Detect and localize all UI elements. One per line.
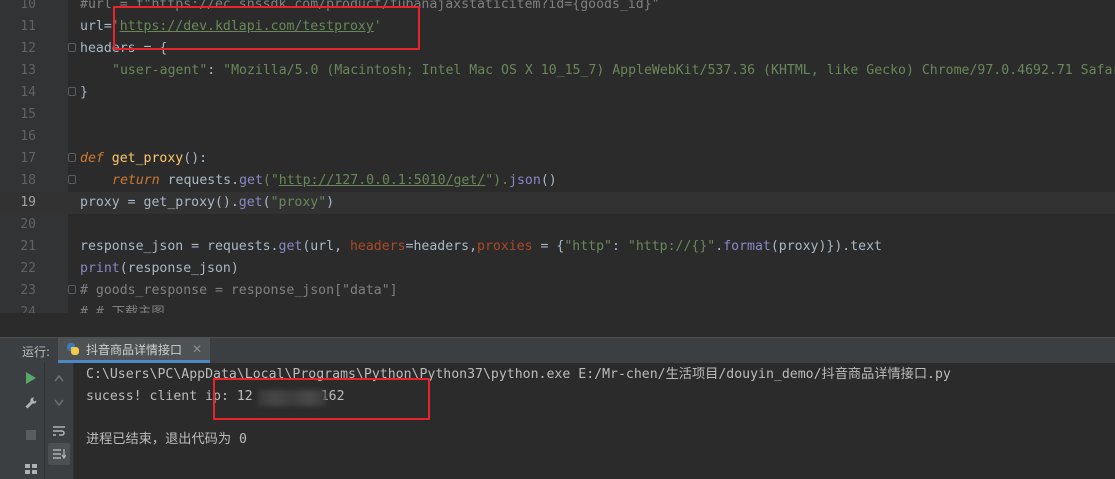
line-number: 12 bbox=[20, 41, 36, 56]
code-text: proxy = get_proxy().get("proxy") bbox=[80, 195, 335, 210]
line-number: 13 bbox=[20, 63, 36, 78]
code-text: response_json = requests.get(url, header… bbox=[80, 239, 882, 254]
rerun-icon[interactable] bbox=[22, 369, 40, 387]
line-number: 10 bbox=[20, 0, 36, 12]
code-line[interactable]: 17 def get_proxy(): bbox=[0, 148, 1115, 170]
code-line[interactable]: 14 } bbox=[0, 82, 1115, 104]
annotation-box-url bbox=[113, 6, 420, 50]
fold-marker-icon[interactable] bbox=[68, 153, 76, 162]
wrench-icon[interactable] bbox=[22, 394, 40, 412]
fold-marker-icon[interactable] bbox=[68, 285, 76, 294]
line-number: 20 bbox=[20, 217, 36, 232]
stop-icon[interactable] bbox=[22, 426, 40, 444]
code-line[interactable]: 20 bbox=[0, 214, 1115, 236]
code-line[interactable]: 22 print(response_json) bbox=[0, 258, 1115, 280]
code-url: http://127.0.0.1:5010/get/ bbox=[278, 173, 486, 188]
arrow-down-icon[interactable] bbox=[50, 394, 68, 412]
run-tab[interactable]: 抖音商品详情接口 ✕ bbox=[58, 338, 211, 363]
scroll-to-end-icon[interactable] bbox=[48, 443, 70, 465]
console-toolbar bbox=[45, 363, 74, 479]
fold-marker-icon[interactable] bbox=[68, 43, 76, 52]
run-label: 运行: bbox=[22, 345, 51, 359]
run-tool-window-header: 运行: 抖音商品详情接口 ✕ bbox=[0, 337, 1115, 364]
code-line[interactable]: 15 bbox=[0, 104, 1115, 126]
console-exit-line: 进程已结束，退出代码为 0 bbox=[86, 432, 247, 447]
code-text: # goods_response = response_json["data"] bbox=[80, 283, 398, 298]
line-number: 15 bbox=[20, 107, 36, 122]
line-number: 24 bbox=[20, 305, 36, 313]
line-number: 21 bbox=[20, 239, 36, 254]
line-number: 22 bbox=[20, 261, 36, 276]
code-line[interactable]: 21 response_json = requests.get(url, hea… bbox=[0, 236, 1115, 258]
code-text: def get_proxy(): bbox=[80, 151, 208, 166]
close-icon[interactable]: ✕ bbox=[192, 342, 202, 356]
code-line[interactable]: 24 # # 下载主图 bbox=[0, 302, 1115, 313]
line-number: 17 bbox=[20, 151, 36, 166]
panel-splitter[interactable] bbox=[0, 313, 1115, 338]
annotation-box-ip bbox=[213, 378, 430, 420]
run-toolbar bbox=[0, 363, 45, 479]
code-line[interactable]: 16 bbox=[0, 126, 1115, 148]
code-text: print(response_json) bbox=[80, 261, 239, 276]
python-icon bbox=[66, 342, 80, 356]
code-text: "user-agent": "Mozilla/5.0 (Macintosh; I… bbox=[112, 63, 1115, 78]
layout-icon[interactable] bbox=[22, 459, 40, 477]
code-text: } bbox=[80, 85, 88, 100]
line-number: 18 bbox=[20, 173, 36, 188]
fold-marker-icon[interactable] bbox=[68, 87, 76, 96]
line-number: 11 bbox=[20, 19, 36, 34]
line-number: 14 bbox=[20, 85, 36, 100]
code-text: return requests.get("http://127.0.0.1:50… bbox=[112, 173, 557, 188]
code-line[interactable]: 13 "user-agent": "Mozilla/5.0 (Macintosh… bbox=[0, 60, 1115, 82]
soft-wrap-icon[interactable] bbox=[50, 422, 68, 440]
line-number: 16 bbox=[20, 129, 36, 144]
line-number: 23 bbox=[20, 283, 36, 298]
code-line[interactable]: 18 return requests.get("http://127.0.0.1… bbox=[0, 170, 1115, 192]
fold-marker-icon[interactable] bbox=[68, 175, 76, 184]
code-line-current[interactable]: 19 proxy = get_proxy().get("proxy") bbox=[0, 192, 1115, 214]
code-text: # # 下载主图 bbox=[80, 305, 165, 313]
arrow-up-icon[interactable] bbox=[50, 369, 68, 387]
code-line[interactable]: 23 # goods_response = response_json["dat… bbox=[0, 280, 1115, 302]
line-number: 19 bbox=[20, 195, 36, 210]
run-tab-title: 抖音商品详情接口 bbox=[86, 342, 183, 357]
